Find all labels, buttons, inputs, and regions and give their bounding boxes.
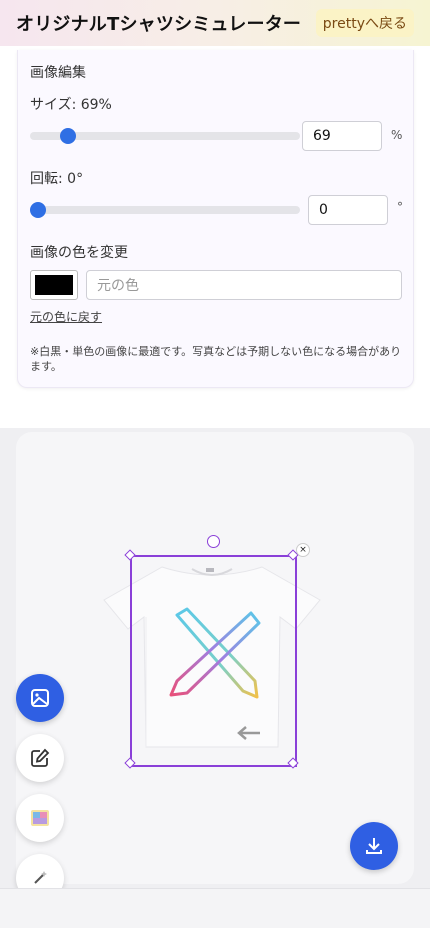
- selection-box[interactable]: [130, 555, 297, 767]
- image-tool-button[interactable]: [16, 674, 64, 722]
- reset-color-link[interactable]: 元の色に戻す: [30, 308, 102, 325]
- color-note: ※白黒・単色の画像に最適です。写真などは予期しない色になる場合があります。: [30, 345, 402, 373]
- rotation-label: 回転: 0°: [30, 171, 84, 187]
- text-tool-button[interactable]: [16, 734, 64, 782]
- size-label: サイズ: 69%: [30, 97, 112, 113]
- download-icon: [366, 838, 382, 854]
- rotation-slider-thumb[interactable]: [30, 202, 46, 218]
- size-unit: %: [391, 128, 403, 142]
- app-title: オリジナルTシャツシミュレーター: [16, 14, 302, 35]
- size-input[interactable]: 69: [302, 121, 382, 151]
- rotate-handle-icon[interactable]: [207, 535, 220, 548]
- app-header: オリジナルTシャツシミュレーター prettyへ戻る: [0, 0, 430, 46]
- size-slider[interactable]: [30, 128, 300, 144]
- edit-icon: [31, 748, 50, 767]
- sticker-icon: [31, 810, 49, 826]
- color-label: 画像の色を変更: [30, 245, 128, 261]
- color-swatch[interactable]: [30, 270, 78, 300]
- size-slider-thumb[interactable]: [60, 128, 76, 144]
- rotation-input[interactable]: 0: [308, 195, 388, 225]
- rotation-slider[interactable]: [30, 202, 300, 218]
- bottom-bar: [0, 888, 430, 928]
- magic-icon: [34, 871, 47, 884]
- image-edit-panel: 画像編集 サイズ: 69% 69 % 回転: 0° 0 ° 画像の色を変更 元の…: [17, 50, 414, 388]
- back-to-pretty-button[interactable]: prettyへ戻る: [315, 9, 414, 37]
- sticker-tool-button[interactable]: [16, 794, 64, 842]
- section-title: 画像編集: [30, 65, 86, 81]
- close-icon[interactable]: ×: [296, 543, 310, 557]
- image-icon: [31, 689, 49, 707]
- download-button[interactable]: [350, 822, 398, 870]
- rotation-unit: °: [397, 200, 403, 214]
- color-input[interactable]: 元の色: [86, 270, 402, 300]
